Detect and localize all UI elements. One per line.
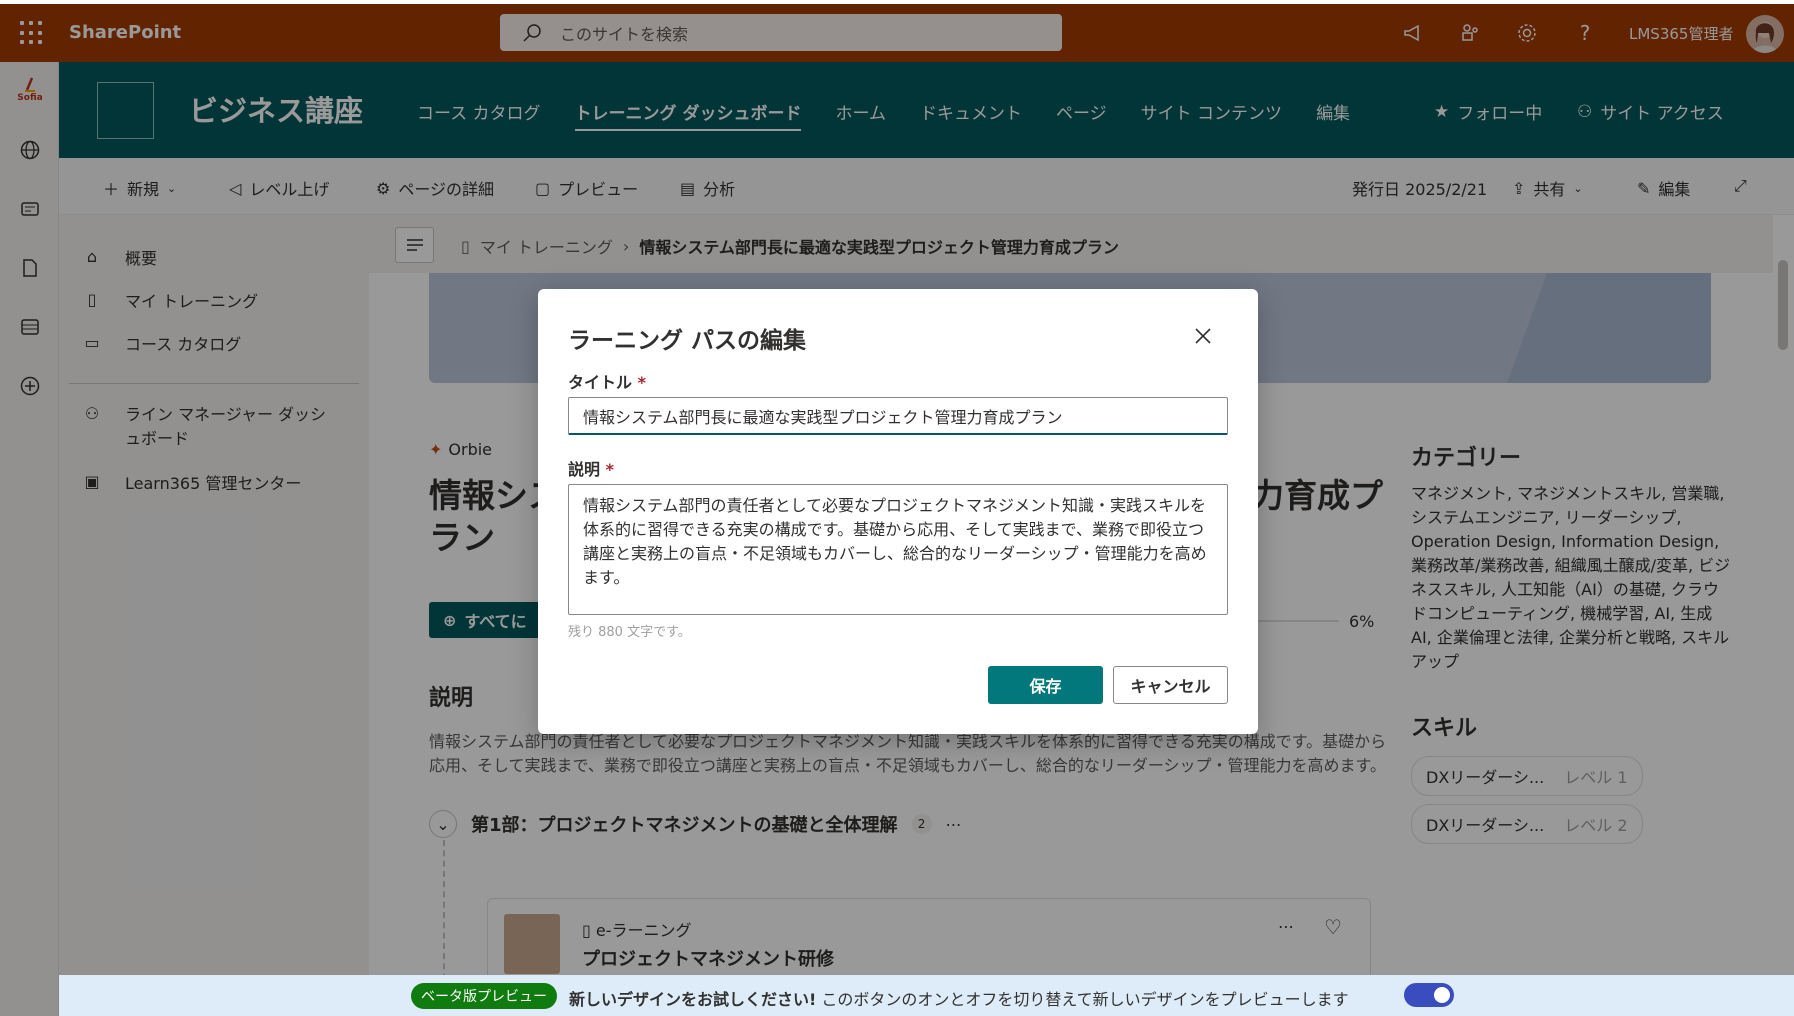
title-label: タイトル *	[568, 373, 646, 392]
beta-badge: ベータ版プレビュー	[411, 983, 557, 1009]
save-button[interactable]: 保存	[988, 666, 1103, 704]
edit-learning-path-dialog: ラーニング パスの編集 タイトル * 説明 * 情報システム部門の責任者として必…	[538, 289, 1258, 734]
cancel-button[interactable]: キャンセル	[1113, 666, 1228, 704]
beta-preview-bar: ベータ版プレビュー 新しいデザインをお試しください! このボタンのオンとオフを切…	[59, 975, 1794, 1016]
close-icon[interactable]	[1192, 325, 1214, 347]
modal-overlay	[59, 4, 1794, 62]
beta-text: 新しいデザインをお試しください! このボタンのオンとオフを切り替えて新しいデザイ…	[569, 990, 1349, 1009]
description-textarea[interactable]: 情報システム部門の責任者として必要なプロジェクトマネジメント知識・実践スキルを体…	[568, 484, 1228, 615]
character-count: 残り 880 文字です。	[568, 625, 691, 640]
modal-overlay	[59, 62, 1794, 215]
modal-overlay	[0, 4, 59, 1016]
new-design-toggle[interactable]	[1404, 983, 1454, 1007]
dialog-title: ラーニング パスの編集	[568, 328, 807, 354]
description-label: 説明 *	[568, 460, 614, 479]
title-input[interactable]	[568, 397, 1228, 435]
